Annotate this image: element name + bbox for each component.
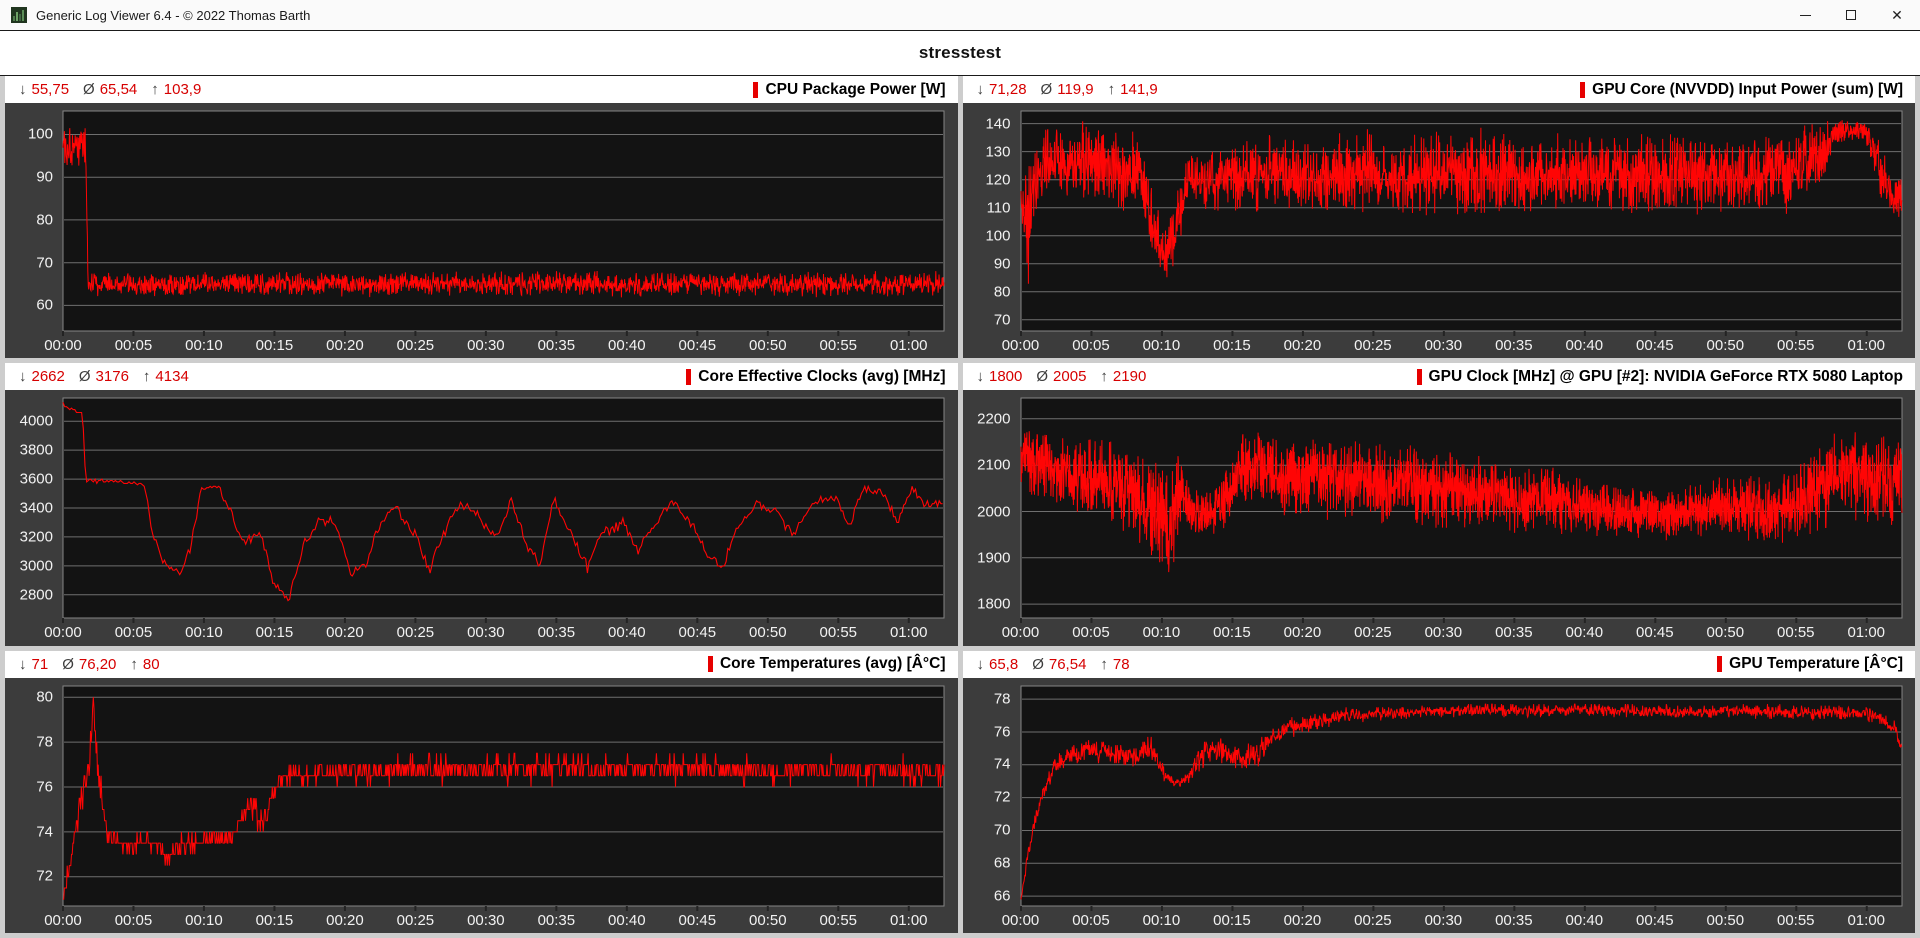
avg-icon: Ø [1036,368,1048,385]
maximize-icon [1846,10,1856,20]
stat-avg: 65,54 [100,81,138,98]
avg-icon: Ø [1032,656,1044,673]
max-arrow-icon: ↑ [1100,656,1108,673]
minimize-icon [1800,15,1811,16]
app-icon [11,7,27,23]
panel-gpu-core-input-power: ↓71,28 Ø119,9 ↑141,9 GPU Core (NVVDD) In… [963,76,1916,358]
chart-title-group: GPU Temperature [Â°C] [1717,655,1903,673]
series-color-marker [1417,369,1422,385]
log-title-bar: stresstest [0,30,1920,76]
stat-max: 2190 [1113,368,1146,385]
max-arrow-icon: ↑ [130,656,138,673]
charts-grid: ↓ 55,75 Ø 65,54 ↑ 103,9 CPU Package Power [… [0,76,1920,938]
stat-min: 65,8 [989,656,1018,673]
plot-area-gpu-temperature[interactable]: 7876747270686600:0000:0500:1000:1500:200… [963,678,1916,933]
stat-max: 80 [143,656,160,673]
chart-header: ↓ 55,75 Ø 65,54 ↑ 103,9 CPU Package Power [… [5,76,958,103]
stat-avg: 3176 [96,368,129,385]
series-color-marker [708,656,713,672]
chart-header: ↓ 2662 Ø 3176 ↑4134 Core Effective Clocks … [5,363,958,390]
max-arrow-icon: ↑ [143,368,151,385]
chart-title-group: GPU Core (NVVDD) Input Power (sum) [W] [1580,81,1903,99]
avg-icon: Ø [62,656,74,673]
chart-title: CPU Package Power [W] [765,81,945,99]
min-arrow-icon: ↓ [19,656,27,673]
chart-stats: ↓71,28 Ø119,9 ↑141,9 [977,81,1172,98]
chart-title-group: Core Effective Clocks (avg) [MHz] [686,368,945,386]
stat-min: 55,75 [32,81,70,98]
stat-max: 141,9 [1120,81,1158,98]
chart-header: ↓71,28 Ø119,9 ↑141,9 GPU Core (NVVDD) In… [963,76,1916,103]
chart-stats: ↓ 55,75 Ø 65,54 ↑ 103,9 [19,81,215,98]
min-arrow-icon: ↓ [977,368,985,385]
min-arrow-icon: ↓ [977,81,985,98]
chart-canvas [963,103,1916,358]
panel-core-effective-clocks: ↓ 2662 Ø 3176 ↑4134 Core Effective Clocks … [5,363,958,645]
panel-gpu-temperature: ↓65,8 Ø 76,54 ↑ 78 GPU Temperature [Â°C] 7… [963,651,1916,933]
stat-min: 71 [32,656,49,673]
panel-core-temperatures: ↓ 71 Ø 76,20 ↑ 80 Core Temperatures (avg) [… [5,651,958,933]
chart-title: Core Temperatures (avg) [Â°C] [720,655,946,673]
maximize-button[interactable] [1828,0,1874,30]
stat-max: 4134 [155,368,188,385]
chart-title: Core Effective Clocks (avg) [MHz] [698,368,945,386]
avg-icon: Ø [83,81,95,98]
chart-title-group: GPU Clock [MHz] @ GPU [#2]: NVIDIA GeFor… [1417,368,1903,386]
chart-stats: ↓1800 Ø 2005 ↑ 2190 [977,368,1161,385]
max-arrow-icon: ↑ [1108,81,1116,98]
close-icon: ✕ [1891,8,1903,22]
close-button[interactable]: ✕ [1874,0,1920,30]
chart-stats: ↓ 71 Ø 76,20 ↑ 80 [19,656,174,673]
chart-canvas [963,678,1916,933]
plot-area-gpu-core-input-power[interactable]: 14013012011010090807000:0000:0500:1000:1… [963,103,1916,358]
series-color-marker [1717,656,1722,672]
stat-max: 103,9 [164,81,202,98]
stat-min: 2662 [32,368,65,385]
chart-stats: ↓65,8 Ø 76,54 ↑ 78 [977,656,1144,673]
stat-avg: 119,9 [1057,81,1093,98]
chart-title: GPU Core (NVVDD) Input Power (sum) [W] [1592,81,1903,99]
series-color-marker [1580,82,1585,98]
series-color-marker [753,82,758,98]
stat-avg: 76,20 [79,656,117,673]
series-color-marker [686,369,691,385]
chart-stats: ↓ 2662 Ø 3176 ↑4134 [19,368,203,385]
plot-area-core-temperatures[interactable]: 807876747200:0000:0500:1000:1500:2000:25… [5,678,958,933]
chart-canvas [5,103,958,358]
chart-header: ↓ 71 Ø 76,20 ↑ 80 Core Temperatures (avg) [… [5,651,958,678]
chart-header: ↓65,8 Ø 76,54 ↑ 78 GPU Temperature [Â°C] [963,651,1916,678]
stat-avg: 2005 [1053,368,1086,385]
window-titlebar[interactable]: Generic Log Viewer 6.4 - © 2022 Thomas B… [0,0,1920,30]
chart-header: ↓1800 Ø 2005 ↑ 2190 GPU Clock [MHz] @ GPU … [963,363,1916,390]
avg-icon: Ø [1041,81,1053,98]
chart-title: GPU Clock [MHz] @ GPU [#2]: NVIDIA GeFor… [1429,368,1903,386]
plot-area-cpu-package-power[interactable]: 1009080706000:0000:0500:1000:1500:2000:2… [5,103,958,358]
chart-canvas [963,390,1916,645]
avg-icon: Ø [79,368,91,385]
max-arrow-icon: ↑ [151,81,159,98]
stat-min: 1800 [989,368,1022,385]
stat-avg: 76,54 [1049,656,1087,673]
minimize-button[interactable] [1782,0,1828,30]
plot-area-core-effective-clocks[interactable]: 400038003600340032003000280000:0000:0500… [5,390,958,645]
chart-canvas [5,678,958,933]
panel-cpu-package-power: ↓ 55,75 Ø 65,54 ↑ 103,9 CPU Package Power [… [5,76,958,358]
chart-canvas [5,390,958,645]
min-arrow-icon: ↓ [977,656,985,673]
window-title: Generic Log Viewer 6.4 - © 2022 Thomas B… [36,8,310,23]
max-arrow-icon: ↑ [1100,368,1108,385]
plot-area-gpu-clock[interactable]: 2200210020001900180000:0000:0500:1000:15… [963,390,1916,645]
min-arrow-icon: ↓ [19,81,27,98]
chart-title-group: Core Temperatures (avg) [Â°C] [708,655,946,673]
min-arrow-icon: ↓ [19,368,27,385]
log-title: stresstest [919,43,1001,63]
chart-title-group: CPU Package Power [W] [753,81,945,99]
chart-title: GPU Temperature [Â°C] [1729,655,1903,673]
stat-min: 71,28 [989,81,1027,98]
panel-gpu-clock: ↓1800 Ø 2005 ↑ 2190 GPU Clock [MHz] @ GPU … [963,363,1916,645]
stat-max: 78 [1113,656,1130,673]
